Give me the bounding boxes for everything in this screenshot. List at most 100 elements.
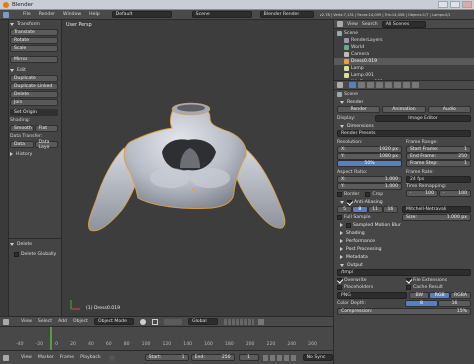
aspect-y-field[interactable]: Y: 1.000 bbox=[337, 183, 402, 190]
mirror-button[interactable]: Mirror bbox=[10, 56, 58, 63]
frame-rate-selector[interactable]: 24 fps bbox=[406, 176, 471, 183]
viewport-shading-icon[interactable] bbox=[139, 318, 146, 325]
current-frame-marker[interactable] bbox=[50, 327, 52, 351]
scene-selector[interactable]: Scene bbox=[191, 11, 252, 18]
menu-render[interactable]: Render bbox=[39, 12, 55, 17]
render-layers-tab-icon[interactable] bbox=[358, 82, 365, 88]
display-selector[interactable]: Image Editor bbox=[375, 114, 471, 122]
start-frame-field[interactable]: Start Frame: 1 bbox=[406, 146, 471, 153]
display-mode-selector[interactable]: All Scenes bbox=[381, 20, 426, 28]
duplicate-button[interactable]: Duplicate bbox=[10, 75, 58, 82]
file-format-selector[interactable]: PNG bbox=[337, 292, 407, 299]
info-editor-icon[interactable] bbox=[3, 11, 9, 18]
maximize-button[interactable] bbox=[450, 1, 460, 8]
close-button[interactable] bbox=[462, 1, 472, 8]
aa-samples-5[interactable]: 5 bbox=[337, 206, 353, 213]
add-menu[interactable]: Add bbox=[58, 319, 67, 324]
resolution-x-field[interactable]: X: 1920 px bbox=[337, 146, 402, 153]
view-menu[interactable]: View bbox=[21, 319, 32, 324]
object-tab-icon[interactable] bbox=[385, 82, 392, 88]
outliner-row-renderlayers[interactable]: RenderLayers bbox=[334, 37, 474, 44]
motion-blur-panel-header[interactable]: Sampled Motion Blur bbox=[337, 221, 471, 229]
object-menu[interactable]: Object bbox=[73, 319, 88, 324]
transform-panel-header[interactable]: Transform bbox=[6, 20, 61, 28]
aa-filter-selector[interactable]: Mitchell-Netravali bbox=[402, 206, 471, 213]
anti-aliasing-toggle[interactable] bbox=[347, 199, 352, 205]
outliner-editor-icon[interactable] bbox=[337, 21, 343, 27]
end-frame-field[interactable]: End: 250 bbox=[190, 354, 235, 361]
filter-size-field[interactable]: Size: 1.000 px bbox=[402, 213, 471, 221]
modifier-tab-icon[interactable] bbox=[394, 82, 401, 88]
timeline-editor-icon[interactable] bbox=[3, 354, 9, 361]
color-depth-16[interactable]: 16 bbox=[438, 300, 471, 307]
render-engine-selector[interactable]: Blender Render bbox=[259, 11, 314, 18]
output-path-field[interactable]: /tmp/ bbox=[337, 269, 471, 276]
aa-samples-8[interactable]: 8 bbox=[352, 206, 368, 213]
menu-window[interactable]: Window bbox=[63, 12, 81, 17]
orientation-selector[interactable]: Global bbox=[187, 318, 218, 325]
material-tab-icon[interactable] bbox=[403, 82, 410, 88]
aa-samples-16[interactable]: 16 bbox=[382, 206, 398, 213]
output-panel-header[interactable]: Output bbox=[337, 261, 471, 269]
3d-viewport[interactable]: User Persp (1) Dress0.019 bbox=[62, 20, 333, 316]
outliner[interactable]: View Search All Scenes Scene RenderLayer… bbox=[333, 20, 474, 85]
animation-button[interactable]: Animation bbox=[382, 106, 426, 113]
select-menu[interactable]: Select bbox=[38, 319, 52, 324]
pivot-icon[interactable] bbox=[151, 318, 158, 325]
texture-tab-icon[interactable] bbox=[412, 82, 419, 88]
border-checkbox[interactable]: Border bbox=[337, 191, 359, 197]
record-icon[interactable] bbox=[108, 354, 115, 361]
remap-new-field[interactable]: · 100 bbox=[439, 190, 471, 197]
crop-checkbox[interactable]: Crop bbox=[365, 191, 383, 197]
color-mode-rgb[interactable]: RGB bbox=[429, 292, 450, 299]
data-layout-button[interactable]: Data Layo bbox=[34, 140, 58, 150]
playback-menu[interactable]: Playback bbox=[80, 355, 101, 360]
outliner-row-world[interactable]: World bbox=[334, 44, 474, 51]
anti-aliasing-panel-header[interactable]: Anti-Aliasing bbox=[337, 198, 471, 206]
flat-button[interactable]: Flat bbox=[34, 125, 58, 132]
snap-icon[interactable] bbox=[257, 318, 264, 325]
full-sample-checkbox[interactable]: Full Sample bbox=[337, 214, 398, 220]
render-tab-icon[interactable] bbox=[349, 82, 356, 88]
file-extensions-checkbox[interactable]: File Extensions bbox=[406, 278, 471, 283]
shading-panel-header[interactable]: Shading bbox=[337, 229, 471, 237]
compression-slider[interactable]: Compression: 15% bbox=[337, 308, 471, 315]
remap-old-field[interactable]: · 100 bbox=[406, 190, 438, 197]
performance-panel-header[interactable]: Performance bbox=[337, 237, 471, 245]
resolution-y-field[interactable]: Y: 1080 px bbox=[337, 153, 402, 160]
world-tab-icon[interactable] bbox=[376, 82, 383, 88]
duplicate-linked-button[interactable]: Duplicate Linked bbox=[10, 83, 58, 90]
timeline-view-menu[interactable]: View bbox=[21, 355, 32, 360]
manipulator-icon[interactable] bbox=[163, 318, 182, 325]
join-button[interactable]: Join bbox=[10, 99, 58, 106]
smooth-button[interactable]: Smooth bbox=[10, 125, 34, 132]
set-origin-dropdown[interactable]: Set Origin bbox=[10, 109, 58, 116]
delete-operator-header[interactable]: Delete bbox=[6, 240, 32, 248]
resolution-percentage-slider[interactable]: 50% bbox=[337, 160, 402, 167]
aa-samples-11[interactable]: 11 bbox=[367, 206, 383, 213]
properties-editor[interactable]: Scene Render Render Animation Audio Disp… bbox=[333, 80, 474, 364]
marker-menu[interactable]: Marker bbox=[38, 355, 54, 360]
menu-help[interactable]: Help bbox=[89, 12, 99, 17]
layers-icon[interactable] bbox=[223, 318, 254, 325]
outliner-search-menu[interactable]: Search bbox=[362, 22, 378, 27]
aspect-x-field[interactable]: X: 1.000 bbox=[337, 176, 402, 183]
frame-step-field[interactable]: Frame Step: 1 bbox=[406, 160, 471, 167]
outliner-row-lamp-001[interactable]: Lamp.001 bbox=[334, 72, 474, 79]
outliner-row-dress[interactable]: Dress0.019 bbox=[334, 58, 474, 65]
dimensions-panel-header[interactable]: Dimensions bbox=[337, 122, 471, 130]
menu-file[interactable]: File bbox=[23, 12, 31, 17]
outliner-row-camera[interactable]: Camera bbox=[334, 51, 474, 58]
minimize-button[interactable] bbox=[438, 1, 448, 8]
outliner-row-scene[interactable]: Scene bbox=[334, 30, 474, 37]
start-frame-field[interactable]: Start: 1 bbox=[144, 354, 189, 361]
scene-tab-icon[interactable] bbox=[367, 82, 374, 88]
render-panel-header[interactable]: Render bbox=[337, 98, 471, 106]
timeline-area[interactable]: -40 -20 0 20 40 60 80 100 120 140 160 18… bbox=[0, 326, 333, 351]
end-frame-field[interactable]: End Frame: 250 bbox=[406, 153, 471, 160]
data-button[interactable]: Data bbox=[10, 141, 34, 148]
color-depth-8[interactable]: 8 bbox=[405, 300, 438, 307]
tool-tabs-strip[interactable] bbox=[0, 20, 9, 316]
translate-button[interactable]: Translate bbox=[10, 29, 58, 36]
rotate-button[interactable]: Rotate bbox=[10, 37, 58, 44]
